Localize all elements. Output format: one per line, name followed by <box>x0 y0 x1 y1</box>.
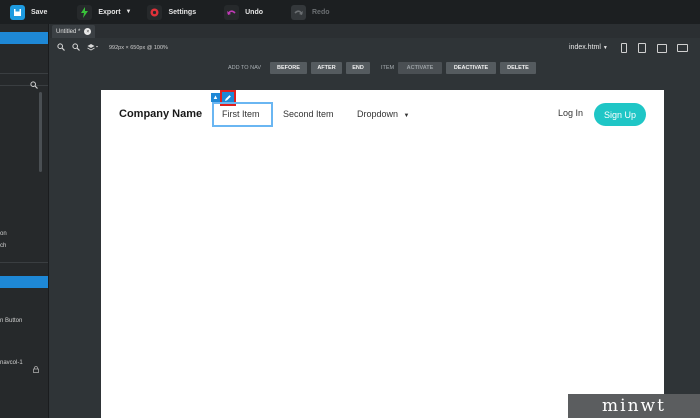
item-label: ITEM <box>381 65 395 71</box>
settings-label: Settings <box>168 8 197 16</box>
nav-item-dropdown[interactable]: Dropdown ▼ <box>357 109 410 119</box>
file-select[interactable]: index.html ▼ <box>569 44 608 51</box>
save-button[interactable]: Save <box>0 0 53 24</box>
tab-untitled[interactable]: Untitled * × <box>52 25 96 38</box>
search-icon[interactable] <box>30 76 38 94</box>
export-label: Export <box>98 8 121 16</box>
nav-actions-bar: ADD TO NAV BEFORE AFTER END ITEM ACTIVAT… <box>50 60 700 76</box>
zoom-out-icon[interactable] <box>72 43 80 53</box>
panel-divider <box>0 262 48 263</box>
undo-icon <box>224 4 240 20</box>
undo-button[interactable]: Undo <box>214 0 269 24</box>
file-select-value: index.html <box>569 44 601 51</box>
login-link[interactable]: Log In <box>558 108 583 118</box>
lightning-icon <box>77 4 93 20</box>
gear-icon <box>147 4 163 20</box>
redo-button[interactable]: Redo <box>281 0 336 24</box>
caret-down-icon: ▼ <box>403 113 410 119</box>
save-label: Save <box>31 8 48 16</box>
dropdown-label: Dropdown <box>357 109 399 119</box>
brand-name[interactable]: Company Name <box>119 108 202 120</box>
tablet-icon[interactable] <box>638 43 646 53</box>
phone-icon[interactable] <box>621 43 627 53</box>
tab-strip: Untitled * × <box>50 24 700 38</box>
end-button[interactable]: END <box>346 62 370 74</box>
app-window: Save Export ▼ Settings Undo Redo on ch n… <box>0 0 700 418</box>
arrow-up-icon[interactable]: ▲ <box>211 93 220 102</box>
tab-label: Untitled * <box>56 28 81 35</box>
chevron-down-icon: ▼ <box>125 9 132 15</box>
add-to-nav-label: ADD TO NAV <box>228 65 262 71</box>
deactivate-button[interactable]: DEACTIVATE <box>446 62 496 74</box>
viewport-size-readout: 992px × 650px @ 100% <box>109 45 168 51</box>
lock-icon[interactable] <box>33 360 39 378</box>
chevron-down-icon: ▼ <box>602 45 608 51</box>
after-button[interactable]: AFTER <box>311 62 342 74</box>
nav-item-first[interactable]: First Item <box>222 109 260 119</box>
lp-text-ch[interactable]: ch <box>0 243 6 249</box>
main-toolbar: Save Export ▼ Settings Undo Redo <box>0 0 700 24</box>
zoom-in-icon[interactable] <box>57 43 65 53</box>
view-toolbar: 992px × 650px @ 100% index.html ▼ <box>50 38 700 58</box>
delete-button[interactable]: DELETE <box>500 62 536 74</box>
left-panel: on ch n Button navcol-1 <box>0 24 49 418</box>
panel-search-field[interactable] <box>0 73 48 89</box>
tablet-landscape-icon[interactable] <box>657 44 667 53</box>
redo-label: Redo <box>312 8 330 16</box>
undo-label: Undo <box>245 8 263 16</box>
design-canvas[interactable]: Company Name ▲ First Item Second Item Dr… <box>101 90 664 418</box>
preview-navbar[interactable]: Company Name ▲ First Item Second Item Dr… <box>101 90 664 139</box>
redo-icon <box>291 4 306 20</box>
watermark-logo: minwt <box>568 394 700 418</box>
save-icon <box>10 4 25 20</box>
settings-button[interactable]: Settings <box>137 0 202 24</box>
panel-header-selected[interactable] <box>0 32 48 44</box>
panel-scrollbar[interactable] <box>39 92 42 172</box>
activate-button[interactable]: ACTIVATE <box>398 62 442 74</box>
desktop-icon[interactable] <box>677 44 688 52</box>
layers-icon[interactable] <box>87 43 99 53</box>
nav-item-second[interactable]: Second Item <box>283 109 334 119</box>
lp-text-on[interactable]: on <box>0 231 7 237</box>
panel-selected-row[interactable] <box>0 276 48 288</box>
lp-text-button[interactable]: n Button <box>0 318 22 324</box>
close-icon[interactable]: × <box>84 28 92 35</box>
export-button[interactable]: Export ▼ <box>67 0 137 24</box>
before-button[interactable]: BEFORE <box>270 62 307 74</box>
signup-button[interactable]: Sign Up <box>594 103 646 126</box>
lp-text-navcol[interactable]: navcol-1 <box>0 360 23 366</box>
